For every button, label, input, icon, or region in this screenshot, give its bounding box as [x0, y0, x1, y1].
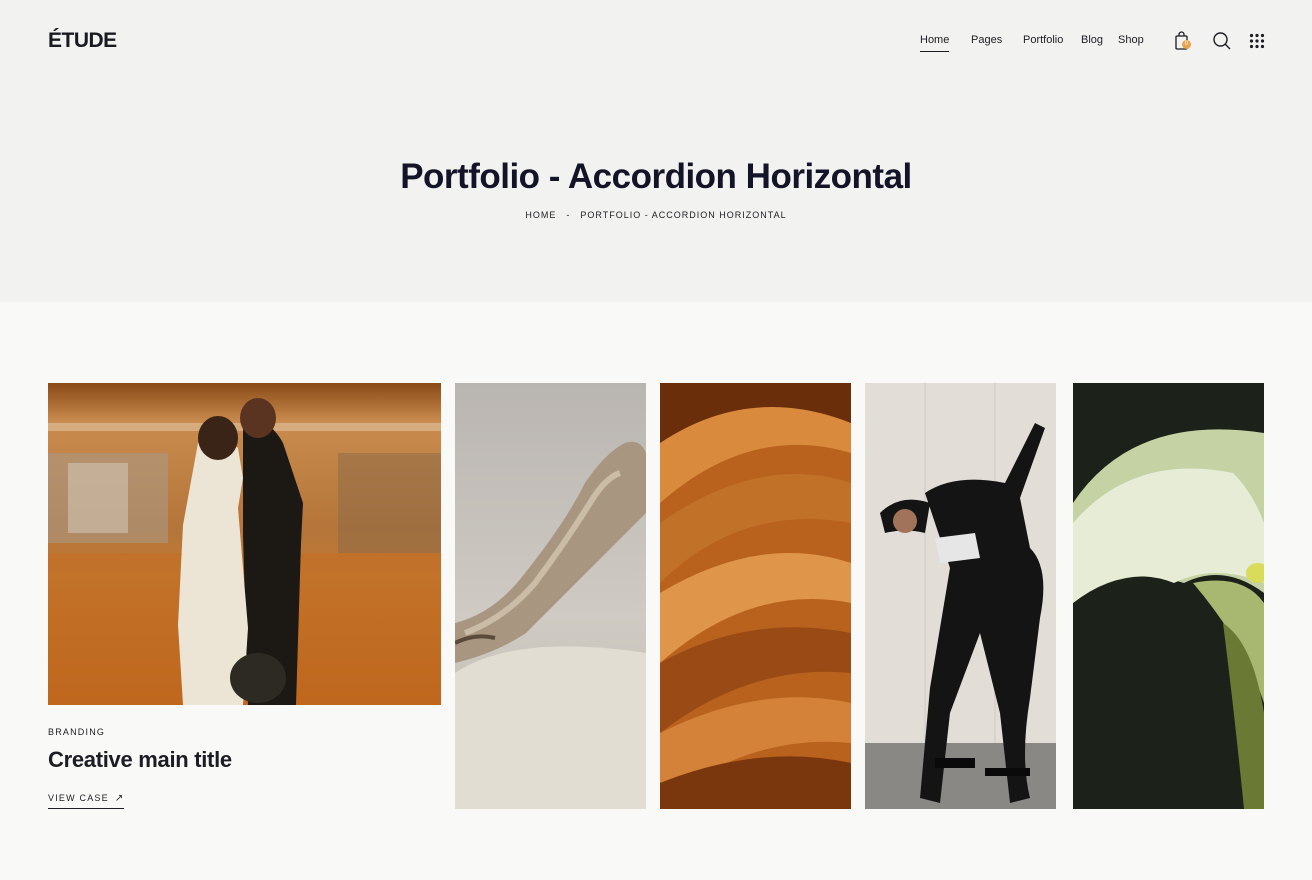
portfolio-panel-5[interactable]	[1073, 383, 1264, 809]
nav-item-blog[interactable]: Blog	[1081, 34, 1103, 46]
search-button[interactable]	[1212, 31, 1232, 51]
portfolio-panel-4[interactable]	[865, 383, 1056, 809]
breadcrumb-separator: -	[566, 210, 571, 220]
nav-item-pages[interactable]: Pages	[971, 34, 1002, 46]
calla-lily-photo	[1073, 383, 1264, 809]
grid-menu-icon	[1249, 33, 1265, 49]
nav-item-home[interactable]: Home	[920, 34, 950, 52]
portfolio-title[interactable]: Creative main title	[48, 747, 232, 773]
nav-item-portfolio[interactable]: Portfolio	[1023, 34, 1063, 46]
view-case-label: VIEW CASE	[48, 793, 109, 803]
driftwood-photo	[455, 383, 646, 809]
portfolio-panel-2[interactable]	[455, 383, 646, 809]
page-header	[0, 0, 1312, 302]
site-logo[interactable]: ÉTUDE	[48, 29, 117, 53]
portfolio-category: BRANDING	[48, 727, 106, 737]
dancer-photo	[865, 383, 1056, 809]
view-case-link[interactable]: VIEW CASE ↗	[48, 793, 125, 809]
breadcrumb-current: PORTFOLIO - ACCORDION HORIZONTAL	[580, 210, 787, 220]
portfolio-panel-1[interactable]	[48, 383, 441, 705]
nav-item-shop[interactable]: Shop	[1118, 34, 1144, 46]
breadcrumb: HOME - PORTFOLIO - ACCORDION HORIZONTAL	[0, 210, 1312, 220]
page-title: Portfolio - Accordion Horizontal	[400, 157, 912, 196]
cart-count-badge: 0	[1182, 40, 1191, 49]
menu-button[interactable]	[1248, 31, 1268, 51]
portfolio-panel-3[interactable]	[660, 383, 851, 809]
arrow-up-right-icon: ↗	[114, 793, 125, 804]
breadcrumb-home[interactable]: HOME	[525, 210, 556, 220]
cart-button[interactable]: 0	[1173, 31, 1193, 51]
search-icon	[1213, 32, 1231, 50]
orange-waves-photo	[660, 383, 851, 809]
couple-embracing-photo	[48, 383, 441, 705]
